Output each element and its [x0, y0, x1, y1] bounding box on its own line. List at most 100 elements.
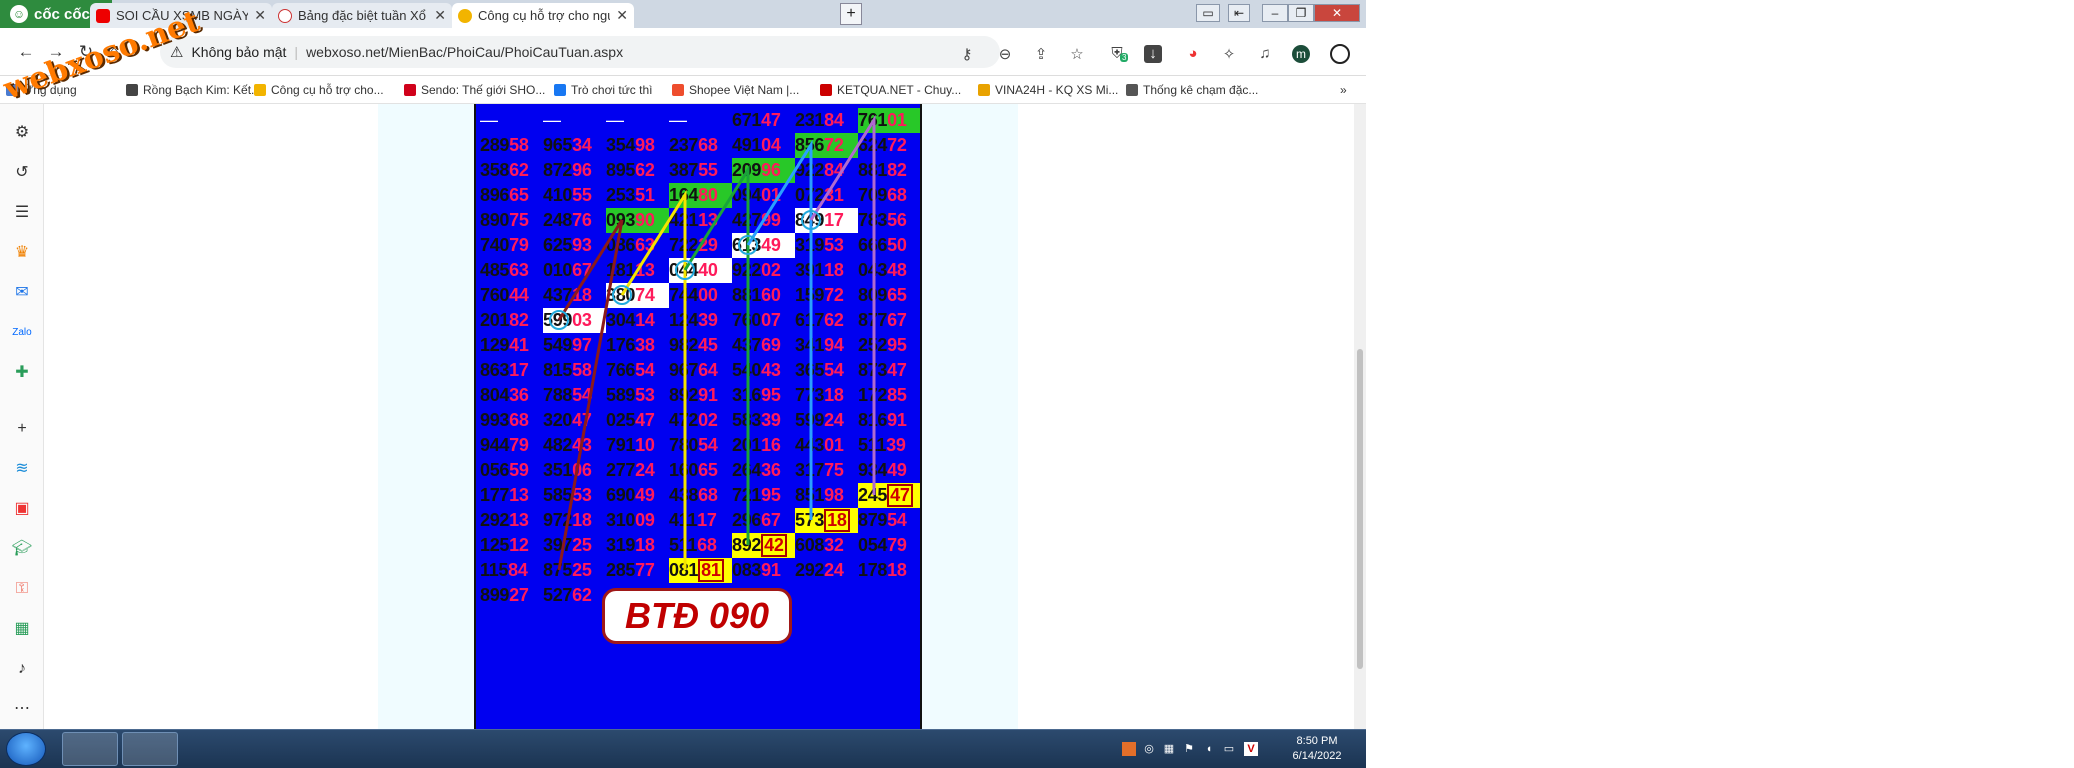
cell-two-digits: 49: [635, 485, 655, 505]
puzzle-icon[interactable]: ✧: [1220, 45, 1238, 63]
settings-gear-icon[interactable]: ⚙: [11, 122, 33, 144]
more-bookmarks-button[interactable]: »: [1340, 82, 1347, 98]
tray-v-icon[interactable]: V: [1244, 742, 1258, 756]
tray-display-icon[interactable]: ▭: [1222, 742, 1236, 756]
bookmark-item[interactable]: Thống kê chạm đặc...: [1126, 82, 1258, 98]
cell-two-digits: 10: [635, 435, 655, 455]
coccoc-logo-icon: ☺: [10, 5, 28, 23]
cell-three-digits: 617: [795, 310, 825, 330]
lottery-cell: 617 62: [795, 308, 858, 333]
close-icon[interactable]: ✕: [254, 7, 266, 24]
bookmark-star-icon[interactable]: ☆: [1068, 45, 1086, 63]
cell-three-digits: 482: [543, 435, 573, 455]
maximize-button[interactable]: ❐: [1288, 4, 1314, 22]
bookmark-item[interactable]: VINA24H - KQ XS Mi...: [978, 82, 1118, 98]
wifi-icon[interactable]: ≋: [11, 458, 33, 480]
cell-two-digits: 39: [886, 435, 906, 455]
messenger-icon[interactable]: ✉: [11, 282, 33, 304]
cell-three-digits: 358: [480, 160, 510, 180]
lottery-cell: 482 43: [543, 433, 606, 458]
minimize-button[interactable]: –: [1262, 4, 1288, 22]
graduation-cap-icon[interactable]: 🎓︎: [11, 538, 33, 560]
taskbar-clock[interactable]: 8:50 PM 6/14/2022: [1280, 734, 1354, 764]
calendar-icon[interactable]: ▣: [11, 498, 33, 520]
sidebar-toggle-icon[interactable]: ⇤: [1228, 4, 1250, 22]
cell-two-digits: 94: [824, 335, 844, 355]
tray-volume-icon[interactable]: ◖: [1202, 742, 1216, 756]
download-icon[interactable]: ↓: [1144, 45, 1162, 63]
tray-network-icon[interactable]: ◎: [1142, 742, 1156, 756]
profile-avatar[interactable]: m: [1292, 45, 1310, 63]
cell-three-digits: 252: [858, 335, 888, 355]
tab-search-icon[interactable]: ▭: [1196, 4, 1220, 22]
more-dots-icon[interactable]: ⋯: [11, 698, 33, 720]
cell-three-digits: 549: [543, 335, 573, 355]
tab-cong-cu[interactable]: Công cụ hỗ trợ cho người ch ✕: [452, 3, 634, 28]
cell-three-digits: 599: [795, 410, 825, 430]
start-button[interactable]: [6, 732, 46, 766]
windows-taskbar: ◎ ▦ ⚑ ◖ ▭ V 8:50 PM 6/14/2022: [0, 729, 1366, 768]
shield-extension-icon[interactable]: ⛨ 3: [1108, 45, 1129, 63]
address-bar[interactable]: ⚠ Không bảo mật | webxoso.net/MienBac/Ph…: [160, 36, 1000, 68]
cart-icon[interactable]: ⚿: [11, 578, 33, 600]
bell-icon[interactable]: ♪: [11, 658, 33, 680]
lottery-cell: 965 34: [543, 133, 606, 158]
cell-two-digits: 40: [698, 260, 718, 280]
cell-two-digits: 17: [509, 360, 529, 380]
cell-three-digits: 624: [858, 135, 888, 155]
taskbar-explorer-icon[interactable]: [122, 732, 178, 766]
crown-icon[interactable]: ♛: [11, 242, 33, 264]
chrome-extension-icon[interactable]: ◕: [1184, 45, 1202, 63]
cell-three-digits: 780: [669, 435, 699, 455]
taskbar-coccoc-icon[interactable]: [62, 732, 118, 766]
bookmark-item[interactable]: KETQUA.NET - Chuy...: [820, 82, 961, 98]
cell-two-digits: 59: [509, 460, 529, 480]
close-icon[interactable]: ✕: [616, 7, 628, 24]
cell-three-digits: 177: [480, 485, 510, 505]
cell-two-digits: 62: [509, 160, 529, 180]
bookmark-item[interactable]: Shopee Việt Nam |...: [672, 82, 799, 98]
lottery-cell: 292 13: [480, 508, 543, 533]
add-icon[interactable]: +: [11, 418, 33, 440]
history-icon[interactable]: ↺: [11, 162, 33, 184]
lottery-cell: 982 45: [669, 333, 732, 358]
tray-app-icon[interactable]: [1122, 742, 1136, 756]
zoom-out-icon[interactable]: ⊖: [996, 45, 1014, 63]
cell-three-digits: 585: [543, 485, 573, 505]
coccoc-circle-icon[interactable]: [1330, 44, 1350, 64]
bookmark-item[interactable]: Sendo: Thế giới SHO...: [404, 82, 545, 98]
cell-two-digits: 13: [698, 210, 718, 230]
spreadsheet-icon[interactable]: ▦: [11, 618, 33, 640]
game-controller-icon[interactable]: ✚: [11, 362, 33, 384]
lottery-cell: —: [669, 108, 732, 133]
cell-three-digits: 443: [795, 435, 825, 455]
lottery-cell: 178 18: [858, 558, 920, 583]
cell-two-digits: 41: [509, 335, 529, 355]
cell-three-digits: 056: [480, 460, 510, 480]
zalo-icon[interactable]: Zalo: [11, 322, 33, 344]
share-icon[interactable]: ⇪: [1032, 45, 1050, 63]
scrollbar-thumb[interactable]: [1357, 349, 1363, 669]
tray-flag-icon[interactable]: ⚑: [1182, 742, 1196, 756]
close-window-button[interactable]: ✕: [1314, 4, 1360, 22]
cell-two-digits: 60: [761, 285, 781, 305]
key-icon[interactable]: ⚷: [958, 45, 976, 63]
lottery-cell: 899 27: [480, 583, 543, 608]
tab-bang-dac-biet[interactable]: Bảng đặc biệt tuần Xổ Số Tru ✕: [272, 3, 452, 28]
tray-action-center-icon[interactable]: ▦: [1162, 742, 1176, 756]
brand-label: cốc cốc: [34, 5, 90, 23]
bookmark-item[interactable]: Rồng Bạch Kim: Kết...: [126, 82, 261, 98]
back-arrow-icon[interactable]: ←: [16, 42, 36, 62]
lottery-cell: 613 49: [732, 233, 795, 258]
page-scrollbar[interactable]: [1354, 104, 1366, 729]
media-icon[interactable]: ♫: [1256, 45, 1274, 63]
new-tab-button[interactable]: +: [840, 3, 862, 25]
lottery-cell: 666 50: [858, 233, 920, 258]
cell-three-digits: 316: [732, 385, 762, 405]
reading-list-icon[interactable]: ☰: [11, 202, 33, 224]
sidebar: ⚙ ↺ ☰ ♛ ✉ Zalo ✚ + ≋ ▣ 🎓︎ ⚿ ▦ ♪ ⋯: [0, 104, 44, 729]
bookmark-item[interactable]: Công cụ hỗ trợ cho...: [254, 82, 384, 98]
close-icon[interactable]: ✕: [434, 7, 446, 24]
lottery-cell: 766 54: [606, 358, 669, 383]
bookmark-item[interactable]: Trò chơi tức thì: [554, 82, 652, 98]
